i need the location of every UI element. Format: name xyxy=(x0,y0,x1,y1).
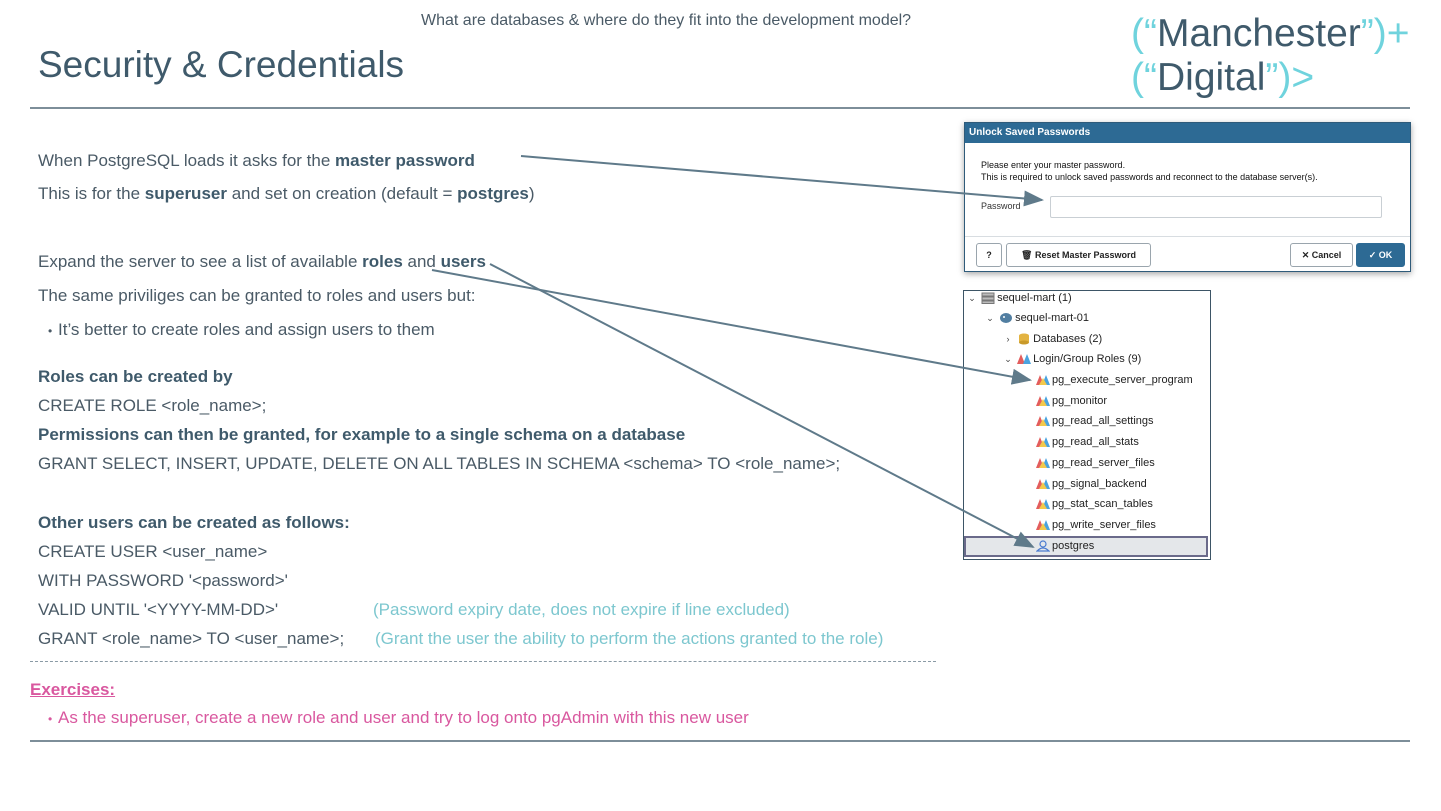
tree-node-postgres[interactable]: postgres xyxy=(1036,537,1094,555)
brand-logo: (“Manchester”)+ (“Digital”)> xyxy=(1131,12,1410,99)
dialog-title: Unlock Saved Passwords xyxy=(965,123,1410,143)
server-group-icon xyxy=(981,292,995,305)
chevron-right-icon[interactable]: › xyxy=(1002,330,1014,348)
role-icon xyxy=(1036,478,1050,489)
tree-node-role[interactable]: pg_read_all_stats xyxy=(1036,433,1139,451)
reset-master-password-button[interactable]: 🗑 Reset Master Password xyxy=(1006,243,1151,267)
cancel-button[interactable]: ✕ Cancel xyxy=(1290,243,1353,267)
note-grant-role: (Grant the user the ability to perform t… xyxy=(375,629,884,648)
object-browser-tree: ⌄ sequel-mart (1) ⌄ sequel-mart-01 › Dat… xyxy=(963,290,1211,560)
group-roles-icon xyxy=(1017,354,1032,365)
footer-divider xyxy=(30,740,1410,742)
user-icon xyxy=(1036,540,1050,552)
role-icon xyxy=(1036,416,1050,427)
heading-permissions: Permissions can then be granted, for exa… xyxy=(38,425,686,444)
exercises-heading: Exercises: xyxy=(30,680,116,699)
close-icon: ✕ xyxy=(1301,250,1310,260)
tree-node-databases[interactable]: › Databases (2) xyxy=(1002,330,1103,348)
role-icon xyxy=(1036,519,1050,530)
dialog-footer-divider xyxy=(965,236,1410,237)
code-grant: GRANT SELECT, INSERT, UPDATE, DELETE ON … xyxy=(38,454,841,473)
text-expand-server: Expand the server to see a list of avail… xyxy=(38,252,486,271)
tree-node-role[interactable]: pg_stat_scan_tables xyxy=(1036,495,1153,513)
code-create-role: CREATE ROLE <role_name>; xyxy=(38,396,267,415)
role-icon xyxy=(1036,457,1050,468)
heading-create-role: Roles can be created by xyxy=(38,367,233,386)
heading-create-user: Other users can be created as follows: xyxy=(38,513,350,532)
tree-node-roles[interactable]: ⌄ Login/Group Roles (9) xyxy=(1002,350,1141,368)
text-superuser: This is for the superuser and set on cre… xyxy=(38,184,535,203)
code-grant-role: GRANT <role_name> TO <user_name>; xyxy=(38,629,345,648)
elephant-icon xyxy=(1000,313,1013,324)
dialog-message: Please enter your master password. This … xyxy=(981,160,1318,182)
code-valid-until: VALID UNTIL '<YYYY-MM-DD>' xyxy=(38,600,279,619)
role-icon xyxy=(1036,437,1050,448)
tree-node-role[interactable]: pg_read_server_files xyxy=(1036,454,1155,472)
tree-node-server-group[interactable]: ⌄ sequel-mart (1) xyxy=(966,289,1072,307)
tree-node-role[interactable]: pg_monitor xyxy=(1036,392,1107,410)
text-master-password: When PostgreSQL loads it asks for the ma… xyxy=(38,151,475,170)
check-icon: ✓ xyxy=(1368,250,1377,260)
bullet-roles-tip: • It’s better to create roles and assign … xyxy=(48,320,435,339)
tree-node-role[interactable]: pg_execute_server_program xyxy=(1036,371,1193,389)
header-divider xyxy=(30,107,1410,109)
trash-icon: 🗑 xyxy=(1021,250,1033,260)
role-icon xyxy=(1036,395,1050,406)
role-icon xyxy=(1036,375,1050,386)
ok-button[interactable]: ✓ OK xyxy=(1356,243,1405,267)
unlock-passwords-dialog: Unlock Saved Passwords Please enter your… xyxy=(964,122,1411,272)
slide-title: Security & Credentials xyxy=(38,44,405,85)
arrow-to-roles xyxy=(431,269,1032,385)
tree-node-role[interactable]: pg_write_server_files xyxy=(1036,516,1156,534)
code-with-password: WITH PASSWORD '<password>' xyxy=(38,571,288,590)
chevron-down-icon[interactable]: ⌄ xyxy=(984,309,996,327)
help-button[interactable]: ? xyxy=(976,243,1002,267)
tree-node-role[interactable]: pg_read_all_settings xyxy=(1036,412,1154,430)
slide-subtitle: What are databases & where do they fit i… xyxy=(421,12,912,29)
chevron-down-icon[interactable]: ⌄ xyxy=(966,289,978,307)
note-expiry: (Password expiry date, does not expire i… xyxy=(373,600,790,619)
role-icon xyxy=(1036,499,1050,510)
database-icon xyxy=(1019,333,1030,345)
text-privileges: The same priviliges can be granted to ro… xyxy=(38,286,476,305)
password-input[interactable] xyxy=(1050,196,1382,218)
tree-node-role[interactable]: pg_signal_backend xyxy=(1036,475,1147,493)
arrow-to-users xyxy=(489,263,1035,548)
password-label: Password xyxy=(981,201,1021,211)
exercise-item: • As the superuser, create a new role and… xyxy=(48,708,749,727)
dashed-divider xyxy=(30,661,936,662)
chevron-down-icon[interactable]: ⌄ xyxy=(1002,350,1014,368)
code-create-user: CREATE USER <user_name> xyxy=(38,542,268,561)
tree-node-server[interactable]: ⌄ sequel-mart-01 xyxy=(984,309,1089,327)
